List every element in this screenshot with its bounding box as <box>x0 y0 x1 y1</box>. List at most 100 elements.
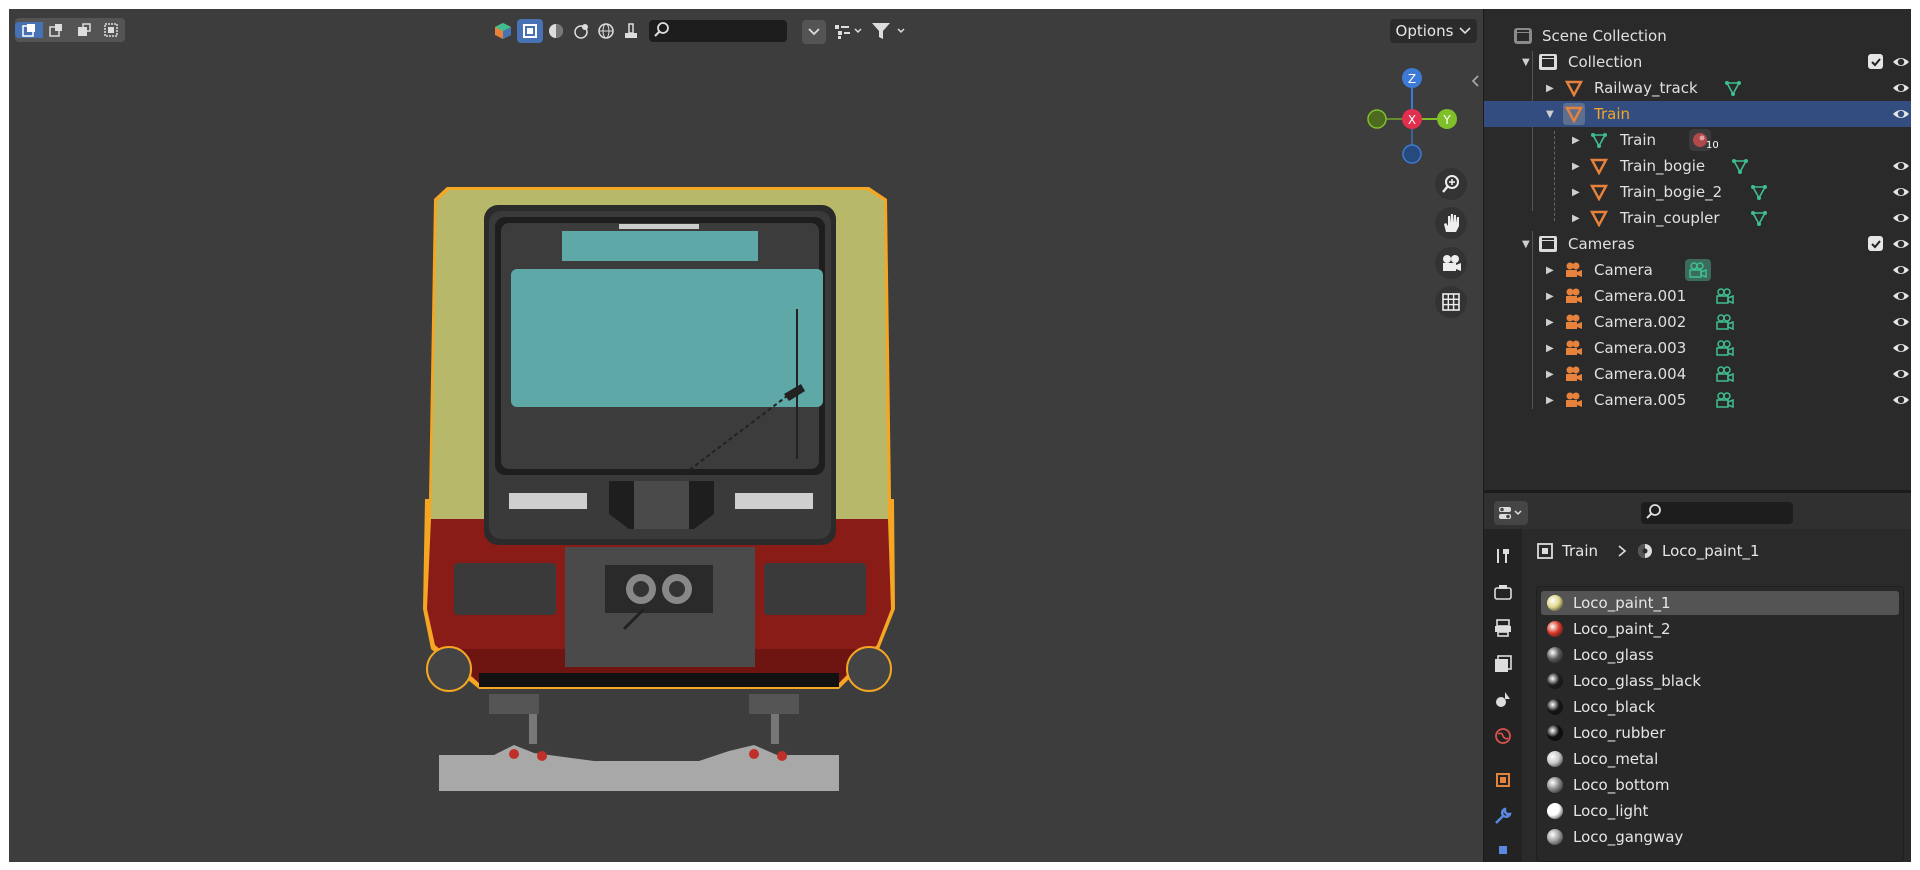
camera-data-icon[interactable] <box>1714 363 1736 385</box>
camera-data-icon[interactable] <box>1714 337 1736 359</box>
eye-icon[interactable] <box>1892 339 1910 357</box>
select-subtract-button[interactable] <box>70 22 98 38</box>
filter-dropdown[interactable] <box>869 19 911 43</box>
render-tab-icon[interactable] <box>1488 577 1518 607</box>
view-layer-tab-icon[interactable] <box>1488 649 1518 679</box>
expand-arrow-icon[interactable]: ▶ <box>1546 291 1554 302</box>
camera-data-icon[interactable] <box>1685 259 1711 281</box>
mesh-data-icon[interactable] <box>1748 207 1770 229</box>
3d-viewport[interactable]: Options Z Y X <box>9 9 1483 862</box>
expand-arrow-icon[interactable]: ▶ <box>1546 369 1554 380</box>
exclude-checkbox[interactable] <box>1868 54 1883 69</box>
outliner-row-camera-001[interactable]: ▶ Camera.001 <box>1484 283 1911 309</box>
collapse-sidebar-icon[interactable] <box>1469 69 1481 93</box>
gizmo-neg-y-axis[interactable] <box>1367 109 1387 129</box>
outliner-row-camera-004[interactable]: ▶ Camera.004 <box>1484 361 1911 387</box>
outliner-row-train-coupler[interactable]: ▶ Train_coupler <box>1484 205 1911 231</box>
shading-solid-icon[interactable] <box>544 19 568 43</box>
camera-data-icon[interactable] <box>1714 311 1736 333</box>
expand-arrow-icon[interactable]: ▶ <box>1572 161 1580 172</box>
mesh-data-icon[interactable] <box>1722 77 1744 99</box>
exclude-checkbox[interactable] <box>1868 236 1883 251</box>
scene-tab-icon[interactable] <box>1488 685 1518 715</box>
material-slot[interactable]: Loco_black <box>1541 695 1899 719</box>
eye-icon[interactable] <box>1892 53 1910 71</box>
outliner-row-camera-005[interactable]: ▶ Camera.005 <box>1484 387 1911 413</box>
display-mode-dropdown[interactable] <box>831 19 867 43</box>
mesh-data-icon[interactable] <box>1748 181 1770 203</box>
search-dropdown-button[interactable] <box>802 20 826 44</box>
material-slot[interactable]: Loco_glass <box>1541 643 1899 667</box>
expand-arrow-icon[interactable]: ▶ <box>1572 187 1580 198</box>
material-slot[interactable]: Loco_gangway <box>1541 825 1899 849</box>
shading-rendered-icon[interactable] <box>594 19 618 43</box>
outliner-row-train-mesh[interactable]: ▶ Train 10 <box>1484 127 1911 153</box>
eye-icon[interactable] <box>1892 287 1910 305</box>
outliner-row-cameras[interactable]: ▼ Cameras <box>1484 231 1911 257</box>
eye-icon[interactable] <box>1892 209 1910 227</box>
options-dropdown[interactable]: Options <box>1390 19 1477 43</box>
outliner-row-camera[interactable]: ▶ Camera <box>1484 257 1911 283</box>
outliner-row-train-bogie[interactable]: ▶ Train_bogie <box>1484 153 1911 179</box>
material-slot[interactable]: Loco_light <box>1541 799 1899 823</box>
camera-view-icon[interactable] <box>1435 247 1467 279</box>
eye-icon[interactable] <box>1892 235 1910 253</box>
material-slot[interactable]: Loco_glass_black <box>1541 669 1899 693</box>
material-slot[interactable]: Loco_paint_1 <box>1541 591 1899 615</box>
tool-tab-icon[interactable] <box>1488 541 1518 571</box>
properties-search-input[interactable] <box>1641 502 1793 524</box>
expand-arrow-icon[interactable]: ▶ <box>1572 135 1580 146</box>
zoom-icon[interactable] <box>1435 168 1467 200</box>
eye-icon[interactable] <box>1892 105 1910 123</box>
eye-icon[interactable] <box>1892 391 1910 409</box>
expand-arrow-icon[interactable]: ▶ <box>1546 83 1554 94</box>
outliner-row-scene-collection[interactable]: Scene Collection <box>1484 23 1911 49</box>
expand-arrow-icon[interactable]: ▼ <box>1522 239 1530 250</box>
train-model-render[interactable] <box>409 169 909 809</box>
paint-brush-icon[interactable] <box>619 19 643 43</box>
grid-ortho-icon[interactable] <box>1435 286 1467 318</box>
expand-arrow-icon[interactable]: ▶ <box>1546 395 1554 406</box>
eye-icon[interactable] <box>1892 157 1910 175</box>
eye-icon[interactable] <box>1892 313 1910 331</box>
select-new-button[interactable] <box>15 22 43 38</box>
object-tab-icon[interactable] <box>1488 765 1518 795</box>
camera-data-icon[interactable] <box>1714 285 1736 307</box>
expand-arrow-icon[interactable]: ▶ <box>1546 343 1554 354</box>
shading-material-icon[interactable] <box>569 19 593 43</box>
outliner-row-railway-track[interactable]: ▶ Railway_track <box>1484 75 1911 101</box>
particles-tab-icon[interactable] <box>1488 835 1518 862</box>
editor-type-dropdown[interactable] <box>1494 501 1528 525</box>
navigation-gizmo[interactable]: Z Y X <box>1362 59 1462 169</box>
eye-icon[interactable] <box>1892 79 1910 97</box>
object-mode-icon[interactable] <box>491 19 515 43</box>
breadcrumb-material[interactable]: Loco_paint_1 <box>1662 542 1760 560</box>
hand-pan-icon[interactable] <box>1435 207 1467 239</box>
outliner-row-camera-002[interactable]: ▶ Camera.002 <box>1484 309 1911 335</box>
outliner-row-camera-003[interactable]: ▶ Camera.003 <box>1484 335 1911 361</box>
eye-icon[interactable] <box>1892 183 1910 201</box>
expand-arrow-icon[interactable]: ▼ <box>1546 109 1554 120</box>
material-slot[interactable]: Loco_metal <box>1541 747 1899 771</box>
select-extend-button[interactable] <box>43 22 71 38</box>
output-tab-icon[interactable] <box>1488 613 1518 643</box>
material-slot[interactable]: Loco_rubber <box>1541 721 1899 745</box>
outliner-row-train-bogie-2[interactable]: ▶ Train_bogie_2 <box>1484 179 1911 205</box>
material-slot[interactable]: Loco_paint_2 <box>1541 617 1899 641</box>
xray-toggle-button[interactable] <box>517 19 543 43</box>
eye-icon[interactable] <box>1892 365 1910 383</box>
material-slot-list[interactable]: Loco_paint_1 Loco_paint_2 Loco_glass Loc… <box>1536 586 1904 862</box>
modifier-wrench-icon[interactable] <box>1488 801 1518 831</box>
outliner-row-collection[interactable]: ▼ Collection <box>1484 49 1911 75</box>
breadcrumb-object[interactable]: Train <box>1562 542 1598 560</box>
select-intersect-button[interactable] <box>98 22 126 38</box>
gizmo-neg-z-axis[interactable] <box>1402 144 1422 164</box>
expand-arrow-icon[interactable]: ▶ <box>1546 265 1554 276</box>
mesh-data-icon[interactable] <box>1729 155 1751 177</box>
expand-arrow-icon[interactable]: ▶ <box>1572 213 1580 224</box>
outliner-row-train[interactable]: ▼ Train <box>1484 101 1911 127</box>
world-tab-icon[interactable] <box>1488 721 1518 751</box>
camera-data-icon[interactable] <box>1714 389 1736 411</box>
viewport-search-input[interactable] <box>649 20 787 42</box>
expand-arrow-icon[interactable]: ▼ <box>1522 57 1530 68</box>
